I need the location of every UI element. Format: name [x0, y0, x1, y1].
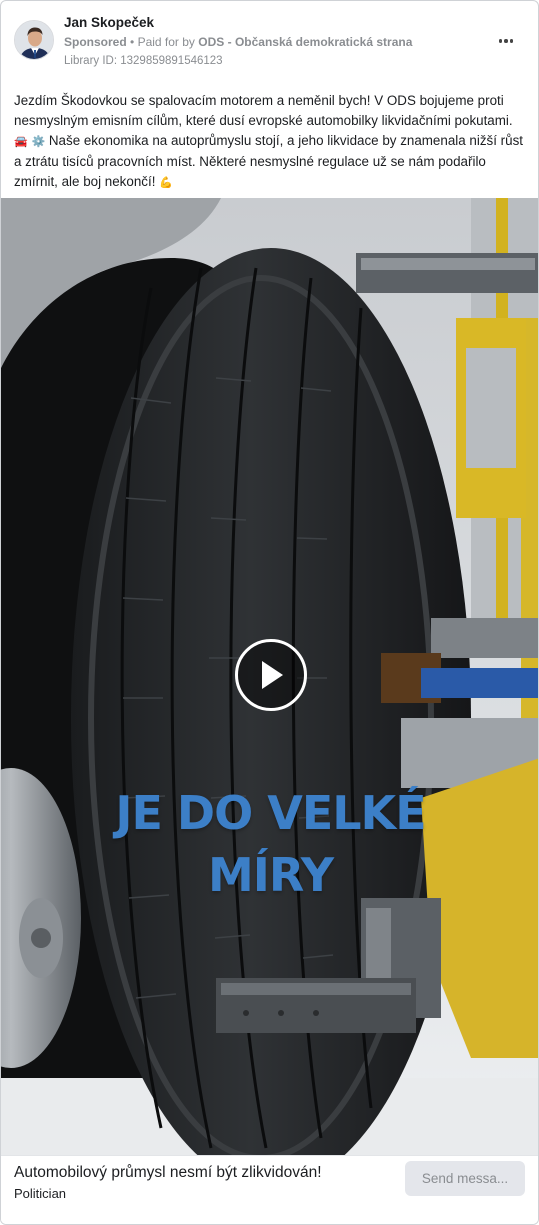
more-horizontal-icon: [498, 39, 503, 43]
sponsored-label: Sponsored: [64, 35, 127, 49]
flexed-biceps-emoji-icon: 💪: [159, 177, 173, 189]
post-text-part1: Jezdím Škodovkou se spalovacím motorem a…: [14, 93, 513, 128]
post-text-part2: Naše ekonomika na autoprůmyslu stojí, a …: [14, 133, 523, 189]
more-horizontal-icon-dot: [509, 39, 514, 43]
more-horizontal-icon-dot: [504, 39, 508, 43]
avatar[interactable]: [14, 20, 54, 60]
video-player[interactable]: JE DO VELKÉ MÍRY: [1, 198, 538, 1155]
paid-for-prefix: Paid for by: [137, 35, 195, 49]
post-text: Jezdím Škodovkou se spalovacím motorem a…: [14, 91, 529, 193]
gear-emoji-icon: ⚙️: [31, 136, 46, 148]
ad-footer: Automobilový průmysl nesmí být zlikvidov…: [1, 1155, 538, 1224]
send-message-button[interactable]: Send messa...: [405, 1161, 525, 1196]
play-button[interactable]: [235, 639, 307, 711]
sponsor-line: Sponsored • Paid for by ODS - Občanská d…: [64, 35, 412, 49]
ad-card: Jan Skopeček Sponsored • Paid for by ODS…: [0, 0, 539, 1225]
library-id: Library ID: 1329859891546123: [64, 55, 223, 67]
car-emoji-icon: 🚘: [14, 136, 28, 148]
post-header: Jan Skopeček Sponsored • Paid for by ODS…: [1, 1, 538, 81]
ad-headline[interactable]: Automobilový průmysl nesmí být zlikvidov…: [14, 1164, 322, 1182]
play-icon: [262, 661, 283, 689]
video-caption-line-1: JE DO VELKÉ: [115, 786, 426, 840]
payer-name[interactable]: ODS - Občanská demokratická strana: [198, 35, 412, 49]
ad-category: Politician: [14, 1186, 67, 1201]
video-caption-line-2: MÍRY: [207, 848, 334, 902]
separator: •: [130, 35, 135, 49]
author-name[interactable]: Jan Skopeček: [64, 15, 154, 30]
more-options-button[interactable]: [494, 31, 518, 51]
